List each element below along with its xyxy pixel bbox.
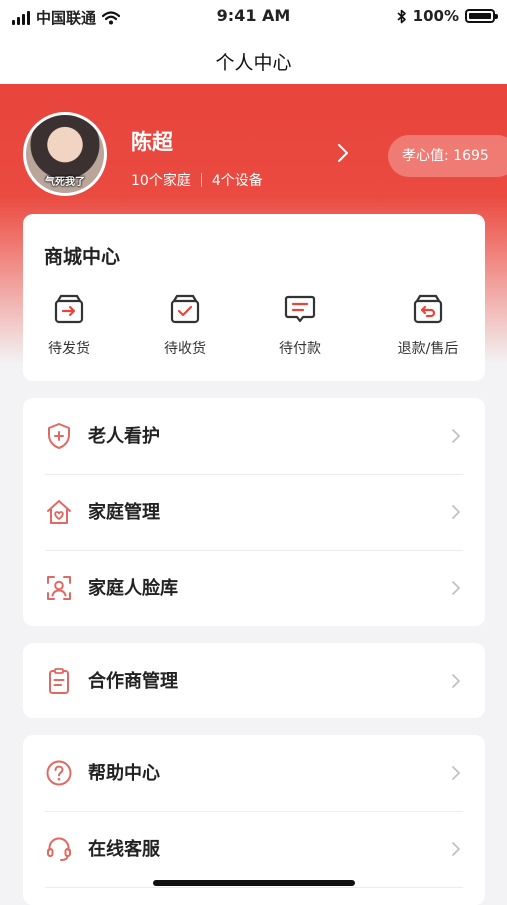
menu-label: 老人看护 xyxy=(88,426,160,447)
chevron-right-icon[interactable] xyxy=(330,140,356,166)
order-label: 待发货 xyxy=(48,341,90,357)
avatar[interactable]: 气死我了 xyxy=(23,112,107,196)
order-label: 退款/售后 xyxy=(397,341,459,357)
battery-icon xyxy=(465,9,498,23)
device-count: 4个设备 xyxy=(211,173,263,189)
user-name[interactable]: 陈超 xyxy=(131,126,173,156)
order-pending-receipt[interactable]: 待收货 xyxy=(135,292,235,362)
face-scan-icon xyxy=(47,576,71,600)
order-refund-aftersale[interactable]: 退款/售后 xyxy=(378,292,478,362)
status-right: 100% xyxy=(397,7,498,25)
menu-label: 帮助中心 xyxy=(88,763,160,784)
order-shortcuts: 待发货 待收货 待付款 退款/售后 xyxy=(23,292,485,362)
nav-bar: 个人中心 xyxy=(0,32,507,84)
chevron-right-icon xyxy=(452,766,460,780)
chevron-right-icon xyxy=(452,429,460,443)
menu-group-partner: 合作商管理 xyxy=(23,643,485,718)
filial-value-badge[interactable]: 孝心值: 1695 xyxy=(388,135,507,177)
house-heart-icon xyxy=(47,500,71,524)
chevron-right-icon xyxy=(452,842,460,856)
menu-label: 家庭管理 xyxy=(88,502,160,523)
page-title: 个人中心 xyxy=(215,52,292,74)
status-bar: 中国联通 9:41 AM 100% xyxy=(0,0,507,32)
menu-group-care: 老人看护 家庭管理 家庭人脸库 xyxy=(23,398,485,626)
family-count: 10个家庭 xyxy=(131,173,191,189)
chevron-right-icon xyxy=(452,505,460,519)
order-label: 待收货 xyxy=(164,341,206,357)
menu-item-help-center[interactable]: 帮助中心 xyxy=(23,735,485,811)
home-indicator[interactable] xyxy=(153,880,355,886)
menu-label: 在线客服 xyxy=(88,839,160,860)
menu-item-family-face-library[interactable]: 家庭人脸库 xyxy=(23,550,485,626)
menu-item-family-management[interactable]: 家庭管理 xyxy=(23,474,485,550)
mall-title: 商城中心 xyxy=(44,246,121,268)
box-check-icon xyxy=(170,294,200,324)
shield-plus-icon xyxy=(48,423,70,449)
menu-item-partner-management[interactable]: 合作商管理 xyxy=(23,643,485,718)
chevron-right-icon xyxy=(452,581,460,595)
user-stats: 10个家庭 4个设备 xyxy=(131,170,263,190)
battery-percent: 100% xyxy=(412,7,459,25)
stats-divider xyxy=(200,173,202,187)
chat-lines-icon xyxy=(284,295,316,323)
order-label: 待付款 xyxy=(279,341,321,357)
menu-item-elder-care[interactable]: 老人看护 xyxy=(23,398,485,474)
menu-item-online-service[interactable]: 在线客服 xyxy=(23,811,485,887)
help-circle-icon xyxy=(46,760,72,786)
order-pending-shipment[interactable]: 待发货 xyxy=(19,292,119,362)
mall-center-card: 商城中心 待发货 待收货 待付款 退款/售后 xyxy=(23,214,485,381)
avatar-caption: 气死我了 xyxy=(45,177,85,188)
order-pending-payment[interactable]: 待付款 xyxy=(250,292,350,362)
box-return-icon xyxy=(413,294,443,324)
divider xyxy=(45,887,463,888)
box-arrow-icon xyxy=(54,294,84,324)
chevron-right-icon xyxy=(452,674,460,688)
bluetooth-icon xyxy=(397,9,406,23)
menu-label: 家庭人脸库 xyxy=(88,578,178,599)
headset-icon xyxy=(47,837,71,861)
clipboard-icon xyxy=(49,668,69,694)
menu-label: 合作商管理 xyxy=(88,671,178,692)
